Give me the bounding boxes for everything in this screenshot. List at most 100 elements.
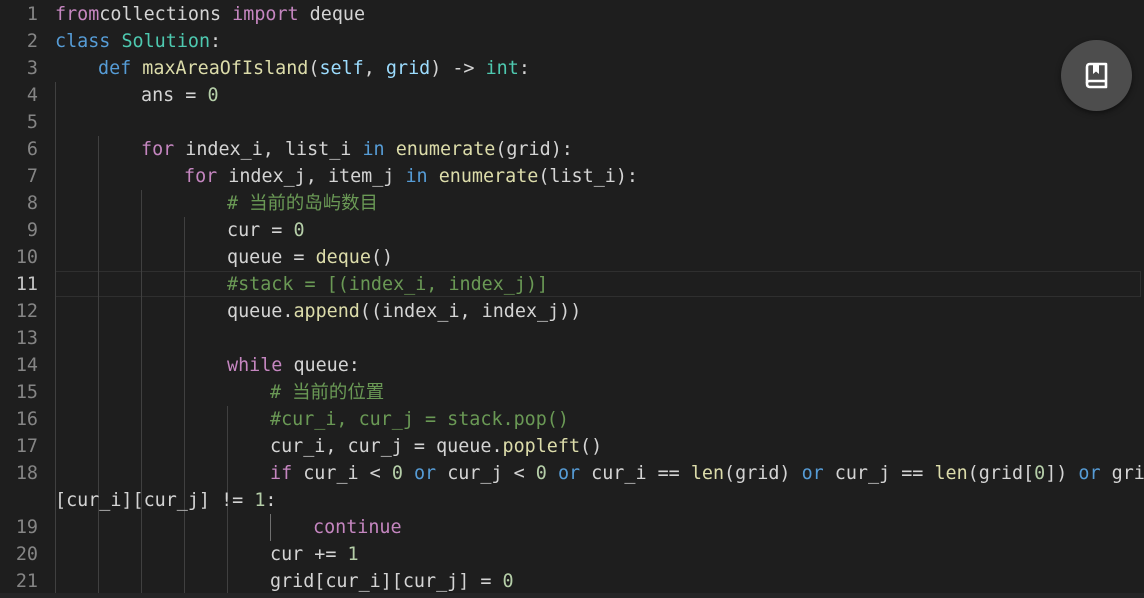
code-line[interactable]: grid[cur_i][cur_j] = 0 — [270, 568, 514, 595]
code-token: or — [1078, 463, 1101, 484]
line-number: 2 — [26, 31, 38, 52]
code-line[interactable]: def maxAreaOfIsland(self, grid) -> int: — [98, 55, 530, 82]
code-token: (grid): — [495, 139, 573, 160]
line-number: 9 — [26, 220, 38, 241]
notes-button[interactable] — [1061, 40, 1132, 111]
code-token: cur_i == — [580, 463, 691, 484]
line-number: 3 — [26, 58, 38, 79]
code-token: index_i, list_i — [174, 139, 363, 160]
code-token: (list_i): — [538, 166, 638, 187]
indent-guide — [270, 514, 271, 541]
code-token: () — [370, 247, 394, 268]
code-line[interactable]: # 当前的岛屿数目 — [227, 190, 378, 217]
code-token: ) -> — [430, 58, 486, 79]
code-token: grid[cur_i][cur_j] = — [270, 571, 503, 592]
line-number: 8 — [26, 193, 38, 214]
code-line[interactable]: class Solution: — [55, 28, 221, 55]
current-line-highlight — [55, 271, 1141, 297]
code-token: or — [557, 463, 581, 484]
code-token: cur_j == — [823, 463, 935, 484]
code-line[interactable]: queue = deque() — [227, 244, 393, 271]
code-token: 1 — [254, 490, 266, 511]
code-line[interactable]: [cur_i][cur_j] != 1: — [55, 487, 276, 514]
line-number: 5 — [26, 112, 38, 133]
line-number: 18 — [15, 463, 38, 484]
indent-guide — [98, 136, 99, 163]
code-token: class — [55, 31, 111, 52]
line-number: 11 — [15, 274, 38, 295]
code-line[interactable]: ans = 0 — [141, 82, 219, 109]
code-token: enumerate — [395, 139, 496, 160]
code-line[interactable]: cur = 0 — [227, 217, 305, 244]
code-token: , — [363, 58, 386, 79]
line-number: 4 — [26, 85, 38, 106]
code-token: queue. — [227, 301, 294, 322]
indent-guide — [55, 82, 56, 136]
line-number: 7 — [26, 166, 38, 187]
code-token: from — [55, 4, 100, 25]
code-token: grid — [385, 58, 431, 79]
code-token: ( — [308, 58, 320, 79]
line-number: 14 — [15, 355, 38, 376]
code-token: deque — [298, 4, 366, 25]
code-token: deque — [315, 247, 371, 268]
code-token: : — [210, 31, 222, 52]
code-line[interactable]: if cur_i < 0 or cur_j < 0 or cur_i == le… — [270, 460, 1144, 487]
code-token: 0 — [391, 463, 403, 484]
code-token: cur_i, cur_j = queue. — [270, 436, 503, 457]
code-token: #stack = [(index_i, index_j)] — [227, 274, 549, 295]
line-number: 12 — [15, 301, 38, 322]
code-token: self — [319, 58, 364, 79]
line-number: 13 — [15, 328, 38, 349]
code-line[interactable]: #cur_i, cur_j = stack.pop() — [270, 406, 569, 433]
line-number — [0, 487, 38, 514]
code-token: def — [98, 58, 132, 79]
code-token: popleft — [502, 436, 581, 457]
code-token: cur_i < — [292, 463, 392, 484]
code-token: cur = — [227, 220, 294, 241]
indent-guide — [55, 136, 56, 163]
code-token: in — [362, 139, 385, 160]
code-token: while — [227, 355, 283, 376]
code-token: maxAreaOfIsland — [142, 58, 309, 79]
code-token: ]) — [1045, 463, 1079, 484]
bottom-edge — [0, 593, 1144, 598]
code-line[interactable]: for index_i, list_i in enumerate(grid): — [141, 136, 573, 163]
code-token: queue = — [227, 247, 316, 268]
code-token: or — [413, 463, 437, 484]
code-editor[interactable]: 1 2 3 4 5 6 7 8 9 10 11 12 13 14 15 16 17 18 19 20 21 fromco… — [0, 0, 1144, 598]
code-token: continue — [313, 517, 402, 538]
indent-guide — [98, 163, 99, 487]
code-token: queue: — [282, 355, 360, 376]
code-line[interactable]: #stack = [(index_i, index_j)] — [227, 271, 548, 298]
code-line[interactable]: continue — [313, 514, 402, 541]
code-token: enumerate — [438, 166, 539, 187]
line-number: 10 — [15, 247, 38, 268]
code-token: cur += — [270, 544, 348, 565]
code-line[interactable]: while queue: — [227, 352, 360, 379]
code-line[interactable]: for index_j, item_j in enumerate(list_i)… — [184, 163, 638, 190]
line-number: 16 — [15, 409, 38, 430]
code-token: import — [232, 4, 299, 25]
code-token: int — [485, 58, 519, 79]
code-token: 1 — [347, 544, 359, 565]
code-token: for — [141, 139, 175, 160]
code-token: 0 — [535, 463, 547, 484]
line-number: 20 — [15, 544, 38, 565]
code-token: ((index_i, index_j)) — [359, 301, 582, 322]
code-line[interactable]: cur += 1 — [270, 541, 359, 568]
line-number: 1 — [26, 4, 38, 25]
indent-guide — [55, 163, 56, 487]
code-token: collections — [99, 4, 233, 25]
code-line[interactable]: queue.append((index_i, index_j)) — [227, 298, 581, 325]
code-line[interactable]: cur_i, cur_j = queue.popleft() — [270, 433, 602, 460]
code-token: 0 — [207, 85, 219, 106]
code-line[interactable]: fromcollections import deque — [55, 1, 365, 28]
code-token: in — [405, 166, 428, 187]
code-line[interactable]: # 当前的位置 — [270, 379, 384, 406]
code-token: if — [270, 463, 293, 484]
